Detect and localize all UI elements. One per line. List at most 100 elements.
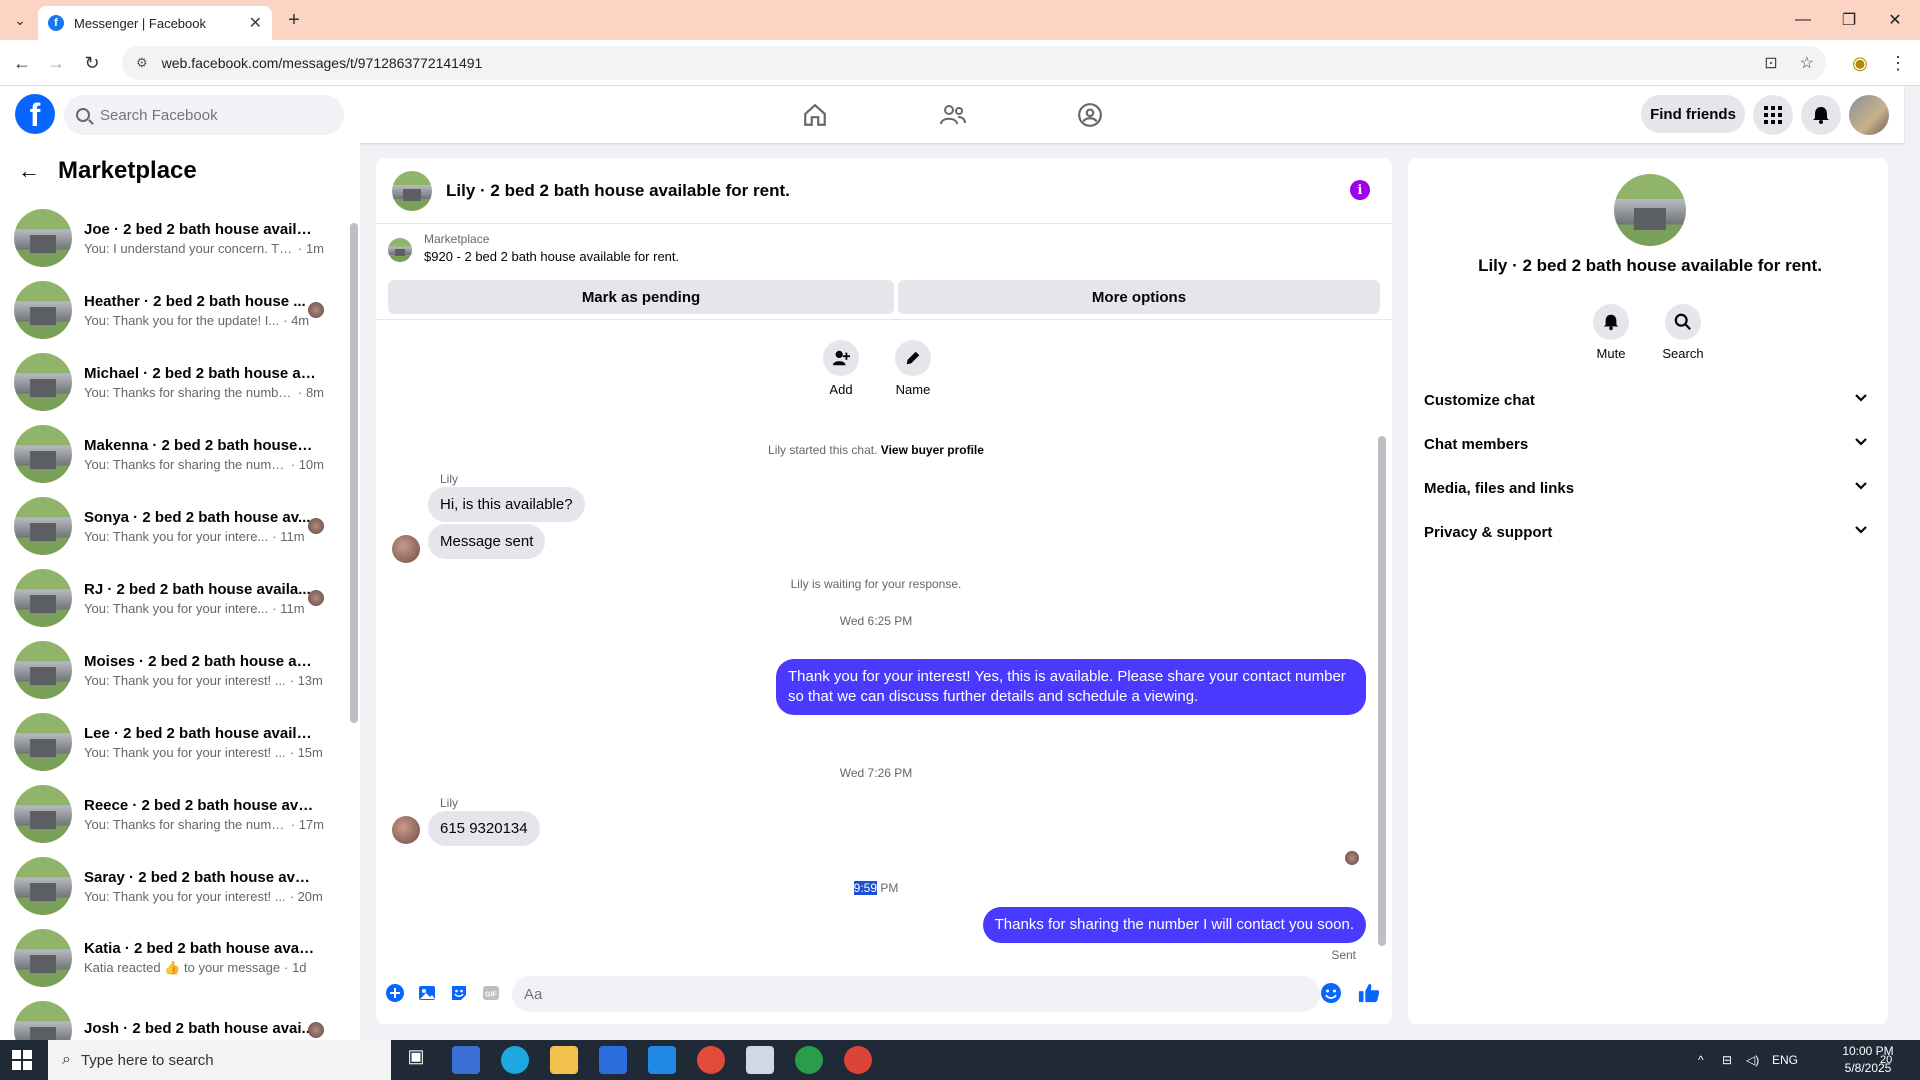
conversation-name: Saray · 2 bed 2 bath house avail...	[84, 868, 316, 886]
edge-browser-icon[interactable]	[501, 1046, 529, 1074]
volume-icon[interactable]: ◁)	[1746, 1040, 1759, 1080]
groups-icon[interactable]	[1075, 100, 1105, 130]
preview-text: You: Thank you for your interest! ...	[84, 744, 286, 760]
restore-icon[interactable]: ❐	[1826, 0, 1872, 40]
listing-thumbnail[interactable]	[388, 238, 412, 262]
task-view-icon[interactable]: ▣	[402, 1046, 430, 1074]
menu-grid-icon[interactable]	[1753, 95, 1793, 135]
sticker-icon[interactable]	[448, 982, 470, 1004]
facebook-search[interactable]	[64, 95, 344, 135]
customize-chat-section[interactable]: Customize chat	[1424, 378, 1872, 422]
site-info-icon[interactable]: ⚙	[136, 55, 148, 71]
conversation-item[interactable]: Joe · 2 bed 2 bath house availab... You: …	[14, 202, 324, 274]
conversation-item[interactable]: Josh · 2 bed 2 bath house avai...	[14, 994, 324, 1040]
forward-icon[interactable]: →	[44, 51, 68, 75]
conversation-item[interactable]: Lee · 2 bed 2 bath house availab... You: …	[14, 706, 324, 778]
media-files-links-section[interactable]: Media, files and links	[1424, 466, 1872, 510]
close-window-icon[interactable]: ✕	[1872, 0, 1918, 40]
account-avatar[interactable]	[1849, 95, 1889, 135]
conversation-item[interactable]: Saray · 2 bed 2 bath house avail... You: …	[14, 850, 324, 922]
chat-title[interactable]: Lily · 2 bed 2 bath house available for …	[446, 181, 790, 201]
windows-start-icon[interactable]	[12, 1050, 32, 1070]
chat-scrollbar[interactable]	[1378, 436, 1386, 946]
marketplace-label: Marketplace	[424, 232, 490, 246]
find-friends-button[interactable]: Find friends	[1641, 95, 1745, 133]
left-scrollbar[interactable]	[350, 223, 358, 723]
info-icon[interactable]: i	[1350, 180, 1370, 200]
network-icon[interactable]: ⊟	[1722, 1040, 1732, 1080]
conversation-item[interactable]: Katia · 2 bed 2 bath house availa... Kati…	[14, 922, 324, 994]
conversation-name: Sonya · 2 bed 2 bath house av...	[84, 508, 311, 526]
lily-avatar[interactable]	[392, 816, 420, 844]
taskbar-app-icon[interactable]	[452, 1046, 480, 1074]
conversation-item[interactable]: RJ · 2 bed 2 bath house availa... You: Th…	[14, 562, 324, 634]
taskbar-app-icon[interactable]	[697, 1046, 725, 1074]
back-icon[interactable]: ←	[10, 51, 34, 75]
message-input[interactable]	[512, 976, 1320, 1012]
reload-icon[interactable]: ↻	[80, 51, 104, 75]
more-actions-plus-icon[interactable]	[384, 982, 406, 1004]
sent-status: Sent	[1331, 948, 1356, 962]
incoming-message[interactable]: Message sent	[428, 524, 546, 559]
tab-search-icon[interactable]: ⌄	[8, 8, 32, 32]
facebook-logo-icon[interactable]: f	[15, 94, 55, 134]
emoji-icon[interactable]	[1320, 982, 1342, 1004]
browser-menu-icon[interactable]: ⋮	[1886, 51, 1910, 75]
new-tab-icon[interactable]: +	[282, 8, 306, 32]
mark-as-pending-button[interactable]: Mark as pending	[388, 280, 894, 314]
more-options-button[interactable]: More options	[898, 280, 1380, 314]
chat-info-thumbnail[interactable]	[1614, 174, 1686, 246]
chat-listing-thumbnail[interactable]	[392, 170, 432, 211]
conversation-item[interactable]: Heather · 2 bed 2 bath house ... You: Tha…	[14, 274, 324, 346]
conversation-preview: You: Thank you for your interest! ... · 1…	[84, 673, 324, 688]
conversation-text: Joe · 2 bed 2 bath house availab... You: …	[84, 221, 324, 256]
bookmark-star-icon[interactable]: ☆	[1800, 53, 1814, 73]
conversation-item[interactable]: Sonya · 2 bed 2 bath house av... You: Tha…	[14, 490, 324, 562]
install-app-icon[interactable]: ⊡	[1764, 53, 1777, 73]
taskbar-app-icon[interactable]	[746, 1046, 774, 1074]
conversation-item[interactable]: Reece · 2 bed 2 bath house avail... You: …	[14, 778, 324, 850]
incoming-message[interactable]: Hi, is this available?	[428, 487, 585, 522]
close-tab-icon[interactable]: ✕	[249, 13, 262, 33]
profile-icon[interactable]: ◉	[1848, 51, 1872, 75]
mute-button[interactable]: Mute	[1576, 304, 1646, 361]
notifications-bell-icon[interactable]	[1801, 95, 1841, 135]
conversation-text: RJ · 2 bed 2 bath house availa... You: Th…	[84, 581, 324, 616]
notification-center-badge[interactable]: 20	[1880, 1040, 1892, 1080]
add-people-button[interactable]: Add	[811, 340, 871, 397]
tray-overflow-icon[interactable]: ^	[1698, 1040, 1704, 1080]
outgoing-message[interactable]: Thank you for your interest! Yes, this i…	[776, 659, 1366, 715]
lily-avatar[interactable]	[392, 535, 420, 563]
store-icon[interactable]	[599, 1046, 627, 1074]
sender-name: Lily	[440, 796, 459, 810]
privacy-support-section[interactable]: Privacy & support	[1424, 510, 1872, 554]
browser-tab[interactable]: f Messenger | Facebook ✕	[38, 6, 272, 40]
view-buyer-profile-link[interactable]: View buyer profile	[881, 443, 984, 457]
name-chat-button[interactable]: Name	[883, 340, 943, 397]
search-in-chat-button[interactable]: Search	[1648, 304, 1718, 361]
thumbs-up-icon[interactable]	[1358, 982, 1380, 1004]
conversation-item[interactable]: Moises · 2 bed 2 bath house ava... You: T…	[14, 634, 324, 706]
back-arrow-icon[interactable]: ←	[18, 158, 40, 184]
chat-members-section[interactable]: Chat members	[1424, 422, 1872, 466]
conversation-item[interactable]: Makenna · 2 bed 2 bath house a... You: Th…	[14, 418, 324, 490]
section-label: Customize chat	[1424, 391, 1535, 409]
photo-icon[interactable]	[416, 982, 438, 1004]
listing-price[interactable]: $920 - 2 bed 2 bath house available for …	[424, 249, 679, 264]
chrome-active-icon[interactable]	[844, 1046, 872, 1074]
facebook-search-input[interactable]	[100, 106, 320, 124]
home-icon[interactable]	[800, 100, 830, 130]
url-field[interactable]: ⚙ web.facebook.com/messages/t/9712863772…	[122, 46, 1826, 80]
gif-icon[interactable]: GIF	[480, 982, 502, 1004]
conversation-item[interactable]: Michael · 2 bed 2 bath house av... You: T…	[14, 346, 324, 418]
language-indicator[interactable]: ENG	[1772, 1040, 1798, 1080]
taskbar-search[interactable]: ⌕ Type here to search	[48, 1040, 391, 1080]
friends-icon[interactable]	[938, 100, 968, 130]
minimize-icon[interactable]: —	[1780, 0, 1826, 40]
file-explorer-icon[interactable]	[550, 1046, 578, 1074]
mail-icon[interactable]	[648, 1046, 676, 1074]
outgoing-message[interactable]: Thanks for sharing the number I will con…	[982, 907, 1366, 943]
chrome-icon[interactable]	[795, 1046, 823, 1074]
selected-time-text: 9:59	[853, 881, 877, 895]
incoming-message[interactable]: 615 9320134	[428, 811, 540, 846]
